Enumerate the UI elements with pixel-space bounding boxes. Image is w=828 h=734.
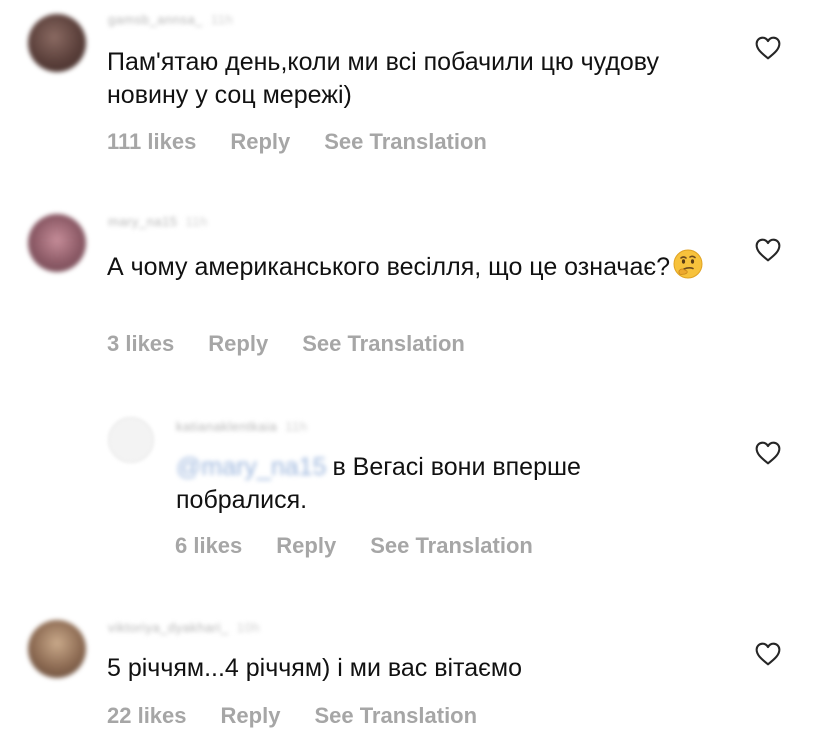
likes-count[interactable]: 111 likes [107,129,196,154]
comment-username[interactable]: viktoriya_dyakhari_ 10h [108,620,260,635]
heart-outline-icon[interactable] [755,441,781,465]
comment-meta: 6 likes Reply See Translation [175,533,567,559]
comment-username[interactable]: mary_na15 11h [108,214,208,229]
username-text[interactable]: gamsb_annsa_ [108,12,203,27]
comment-item: viktoriya_dyakhari_ 10h 5 річчям...4 річч… [0,608,828,734]
comment-meta: 22 likes Reply See Translation [107,703,511,729]
comment-time: 11h [185,214,208,229]
comment-time: 10h [236,620,260,635]
mention-link[interactable]: @mary_na15 [176,451,326,484]
comment-time: 11h [210,12,234,27]
reply-button[interactable]: Reply [230,129,290,154]
comment-text: Пам'ятаю день,коли ми всі побачили цю чу… [107,48,660,109]
comment-item: gamsb_annsa_ 11h Пам'ятаю день,коли ми вс… [0,0,828,180]
comment-time: 11h [285,419,308,434]
avatar[interactable] [28,14,86,72]
comment-text-body: А чому американського весілля, що це озн… [107,253,671,281]
avatar[interactable] [108,417,154,463]
comment-meta: 111 likes Reply See Translation [107,129,521,155]
reply-button[interactable]: Reply [276,533,336,558]
likes-count[interactable]: 3 likes [107,331,174,356]
see-translation-button[interactable]: See Translation [370,533,533,558]
comment-item: mary_na15 11h А чому американського весіл… [0,200,828,380]
username-text[interactable]: viktoriya_dyakhari_ [108,620,229,635]
heart-outline-icon[interactable] [755,238,781,262]
likes-count[interactable]: 22 likes [107,703,187,728]
comment-username[interactable]: katianaklentkaia 11h [176,419,307,434]
thinking-face-icon [672,248,704,289]
see-translation-button[interactable]: See Translation [314,703,477,728]
avatar[interactable] [28,620,86,678]
comment-meta: 3 likes Reply See Translation [107,331,499,357]
comment-text: А чому американського весілля, що це озн… [107,248,707,289]
heart-outline-icon[interactable] [755,642,781,666]
username-text[interactable]: mary_na15 [108,214,178,229]
likes-count[interactable]: 6 likes [175,533,242,558]
reply-button[interactable]: Reply [221,703,281,728]
see-translation-button[interactable]: See Translation [324,129,487,154]
heart-outline-icon[interactable] [755,36,781,60]
reply-button[interactable]: Reply [208,331,268,356]
comment-username[interactable]: gamsb_annsa_ 11h [108,12,233,27]
see-translation-button[interactable]: See Translation [302,331,465,356]
reply-comment-item: katianaklentkaia 11h @mary_na15 в Вегасі в… [0,405,828,585]
username-text[interactable]: katianaklentkaia [176,419,277,434]
comment-text: 5 річчям...4 річчям) і ми вас вітаємо [107,654,522,682]
comment-text: @mary_na15 в Вегасі вони вперше побралися… [176,451,696,517]
avatar[interactable] [28,214,86,272]
